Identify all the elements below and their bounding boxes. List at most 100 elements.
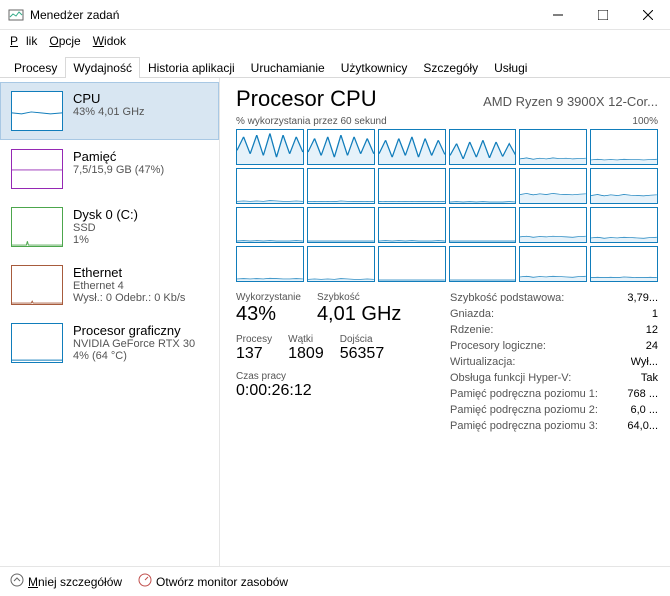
fewer-details-button[interactable]: Mniej szczegółów xyxy=(10,573,122,590)
core-graph xyxy=(449,207,517,243)
property-value: 1 xyxy=(652,308,658,320)
sidebar-item-label: Pamięć xyxy=(73,149,164,164)
core-graph xyxy=(307,207,375,243)
core-graph xyxy=(236,168,304,204)
sidebar-item-sub: NVIDIA GeForce RTX 30 xyxy=(73,338,195,350)
property-row: Wirtualizacja:Wył... xyxy=(450,356,658,368)
core-graph xyxy=(519,168,587,204)
core-graph xyxy=(378,207,446,243)
tab-strip: Procesy Wydajność Historia aplikacji Uru… xyxy=(0,52,670,78)
proc-value: 137 xyxy=(236,345,272,363)
core-graph xyxy=(236,129,304,165)
property-row: Pamięć podręczna poziomu 3:64,0... xyxy=(450,420,658,432)
sidebar-item-gpu[interactable]: Procesor graficzny NVIDIA GeForce RTX 30… xyxy=(0,314,219,372)
property-key: Pamięć podręczna poziomu 1: xyxy=(450,388,598,400)
sidebar: CPU 43% 4,01 GHz Pamięć 7,5/15,9 GB (47%… xyxy=(0,78,220,566)
property-row: Procesory logiczne: 24 xyxy=(450,340,658,352)
property-key: Procesory logiczne: xyxy=(450,340,546,352)
cpu-model: AMD Ryzen 9 3900X 12-Cor... xyxy=(483,94,658,109)
sidebar-item-sub2: Wysł.: 0 Odebr.: 0 Kb/s xyxy=(73,292,185,304)
core-graph xyxy=(449,246,517,282)
handle-value: 56357 xyxy=(340,345,385,363)
property-value: 3,79... xyxy=(627,292,658,304)
tab-apphistory[interactable]: Historia aplikacji xyxy=(140,57,243,78)
menu-file[interactable]: Plik xyxy=(6,32,41,50)
tab-startup[interactable]: Uruchamianie xyxy=(243,57,333,78)
detail-pane: Procesor CPU AMD Ryzen 9 3900X 12-Cor...… xyxy=(220,78,670,566)
core-graph xyxy=(236,207,304,243)
gpu-thumb xyxy=(11,323,63,363)
footer: Mniej szczegółów Otwórz monitor zasobów xyxy=(0,566,670,596)
property-row: Gniazda: 1 xyxy=(450,308,658,320)
tab-details[interactable]: Szczegóły xyxy=(415,57,486,78)
open-resmon-button[interactable]: Otwórz monitor zasobów xyxy=(138,573,288,590)
property-key: Pamięć podręczna poziomu 3: xyxy=(450,420,598,432)
sidebar-item-cpu[interactable]: CPU 43% 4,01 GHz xyxy=(0,82,219,140)
sidebar-item-label: Procesor graficzny xyxy=(73,323,195,338)
tab-performance[interactable]: Wydajność xyxy=(65,57,140,78)
titlebar: Menedżer zadań xyxy=(0,0,670,30)
ethernet-thumb xyxy=(11,265,63,305)
core-graph xyxy=(590,168,658,204)
util-label: Wykorzystanie xyxy=(236,292,301,303)
sidebar-item-sub: 7,5/15,9 GB (47%) xyxy=(73,164,164,176)
core-graph xyxy=(378,168,446,204)
core-grid[interactable] xyxy=(236,129,658,282)
uptime-label: Czas pracy xyxy=(236,371,426,382)
speed-value: 4,01 GHz xyxy=(317,303,401,326)
sidebar-item-ethernet[interactable]: Ethernet Ethernet 4 Wysł.: 0 Odebr.: 0 K… xyxy=(0,256,219,314)
fewer-label: niej szczegółów xyxy=(38,575,122,589)
resmon-icon xyxy=(138,573,152,590)
core-graph xyxy=(236,246,304,282)
property-value: Tak xyxy=(641,372,658,384)
thread-label: Wątki xyxy=(288,334,324,345)
window-title: Menedżer zadań xyxy=(30,8,535,22)
sidebar-item-sub2: 1% xyxy=(73,234,138,246)
core-graph xyxy=(519,129,587,165)
close-button[interactable] xyxy=(625,0,670,30)
core-graph xyxy=(307,246,375,282)
menubar: Plik Opcje Widok xyxy=(0,30,670,52)
core-graph xyxy=(307,168,375,204)
core-graph xyxy=(378,246,446,282)
core-graph xyxy=(519,246,587,282)
minimize-button[interactable] xyxy=(535,0,580,30)
disk-thumb xyxy=(11,207,63,247)
core-graph xyxy=(590,129,658,165)
property-value: 24 xyxy=(646,340,658,352)
thread-value: 1809 xyxy=(288,345,324,363)
sidebar-item-sub: Ethernet 4 xyxy=(73,280,185,292)
util-value: 43% xyxy=(236,303,301,326)
cpu-thumb xyxy=(11,91,63,131)
core-graph xyxy=(590,246,658,282)
property-key: Gniazda: xyxy=(450,308,494,320)
handle-label: Dojścia xyxy=(340,334,385,345)
property-row: Rdzenie:12 xyxy=(450,324,658,336)
property-row: Szybkość podstawowa:3,79... xyxy=(450,292,658,304)
sidebar-item-disk[interactable]: Dysk 0 (C:) SSD 1% xyxy=(0,198,219,256)
sidebar-item-memory[interactable]: Pamięć 7,5/15,9 GB (47%) xyxy=(0,140,219,198)
maximize-button[interactable] xyxy=(580,0,625,30)
proc-label: Procesy xyxy=(236,334,272,345)
property-value: 6,0 ... xyxy=(630,404,658,416)
core-graph xyxy=(449,129,517,165)
sidebar-item-label: Ethernet xyxy=(73,265,185,280)
core-graph xyxy=(590,207,658,243)
property-value: Wył... xyxy=(631,356,658,368)
property-row: Pamięć podręczna poziomu 2:6,0 ... xyxy=(450,404,658,416)
main-area: CPU 43% 4,01 GHz Pamięć 7,5/15,9 GB (47%… xyxy=(0,78,670,566)
property-value: 12 xyxy=(646,324,658,336)
speed-label: Szybkość xyxy=(317,292,401,303)
tab-users[interactable]: Użytkownicy xyxy=(333,57,416,78)
tab-processes[interactable]: Procesy xyxy=(6,57,65,78)
sidebar-item-label: CPU xyxy=(73,91,145,106)
property-row: Obsługa funkcji Hyper-V:Tak xyxy=(450,372,658,384)
tab-services[interactable]: Usługi xyxy=(486,57,535,78)
sidebar-item-label: Dysk 0 (C:) xyxy=(73,207,138,222)
core-graph xyxy=(519,207,587,243)
menu-options[interactable]: Opcje xyxy=(45,32,84,50)
page-title: Procesor CPU xyxy=(236,86,377,112)
core-graph xyxy=(378,129,446,165)
menu-view[interactable]: Widok xyxy=(89,32,130,50)
memory-thumb xyxy=(11,149,63,189)
